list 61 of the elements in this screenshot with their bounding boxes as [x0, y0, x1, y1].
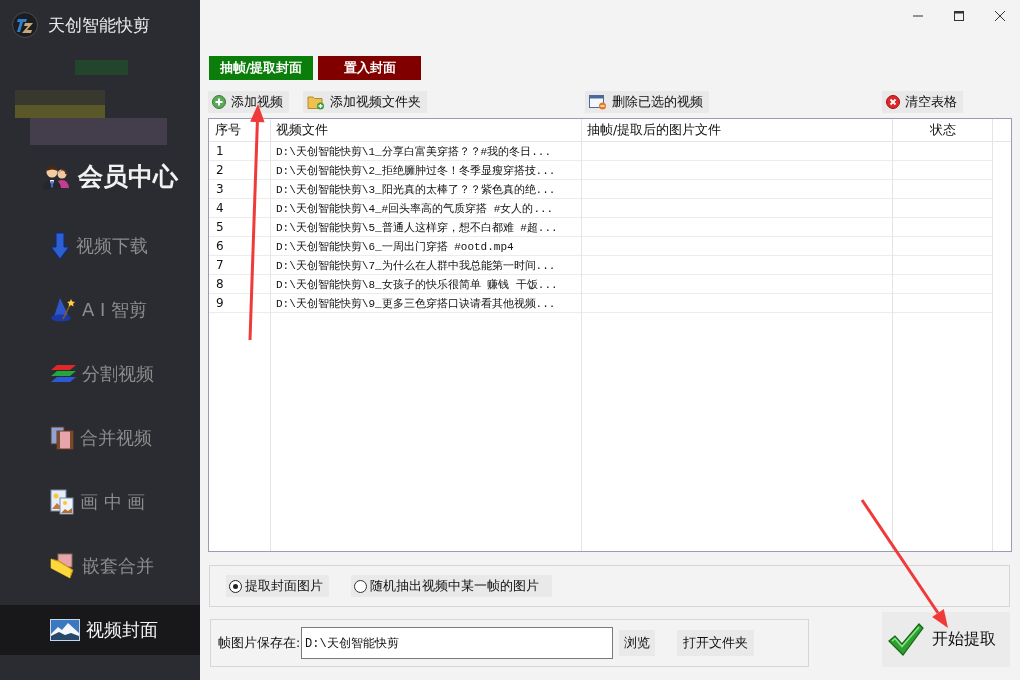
- table-cell-text: D:\天创智能快剪\8_女孩子的快乐很简单 赚钱 干饭...: [276, 277, 558, 292]
- app-title: 天创智能快剪: [48, 13, 150, 37]
- table-cell: 3: [216, 182, 224, 196]
- radio-option[interactable]: 随机抽出视频中某一帧的图片: [351, 575, 552, 597]
- table-cell-text: D:\天创智能快剪\6_一周出门穿搭 #ootd.mp4: [276, 239, 514, 254]
- sidebar-item[interactable]: 嵌套合并: [0, 541, 200, 591]
- toolbar-button[interactable]: 清空表格: [882, 91, 963, 113]
- table-cell: 6: [216, 239, 224, 253]
- sidebar-item[interactable]: 画 中 画: [0, 477, 200, 527]
- close-icon: [994, 11, 1005, 21]
- table-cell: 9: [216, 296, 224, 310]
- maximize-icon: [953, 11, 964, 21]
- toolbar-button[interactable]: 删除已选的视频: [585, 91, 709, 113]
- sidebar-item[interactable]: 分割视频: [0, 349, 200, 399]
- radio-option[interactable]: 提取封面图片: [226, 575, 329, 597]
- down-arrow-icon: [50, 232, 70, 260]
- window-minus-icon: [589, 94, 607, 110]
- column-header: 序号: [215, 121, 241, 139]
- start-button[interactable]: 开始提取: [882, 612, 1010, 667]
- folder-plus-icon: [307, 94, 325, 110]
- sidebar-item[interactable]: 视频封面: [0, 605, 200, 655]
- table-cell-text: D:\天创智能快剪\7_为什么在人群中我总能第一时间...: [276, 258, 556, 273]
- table-cell: 7: [216, 258, 224, 272]
- table-cell: 1: [216, 144, 224, 158]
- column-header: 抽帧/提取后的图片文件: [587, 121, 722, 139]
- table-cell-text: D:\天创智能快剪\9_更多三色穿搭口诀请看其他视频...: [276, 296, 556, 311]
- logo-icon: [12, 12, 38, 38]
- open-folder-button[interactable]: 打开文件夹: [677, 630, 754, 656]
- table-cell-text: D:\天创智能快剪\2_拒绝臃肿过冬！冬季显瘦穿搭技...: [276, 163, 556, 178]
- landscape-icon: [50, 619, 80, 641]
- browse-button[interactable]: 浏览: [619, 630, 655, 656]
- tab[interactable]: 置入封面: [318, 56, 421, 80]
- table-cell: 8: [216, 277, 224, 291]
- sidebar-item[interactable]: A I 智剪: [0, 285, 200, 335]
- pictures-icon: [50, 489, 74, 515]
- table-cell-text: D:\天创智能快剪\1_分享白富美穿搭？？#我的冬日...: [276, 144, 551, 159]
- table-cell-text: D:\天创智能快剪\3_阳光真的太棒了？？紫色真的绝...: [276, 182, 556, 197]
- layers-icon: [50, 364, 76, 384]
- people-icon: [42, 163, 70, 189]
- table-cell: 4: [216, 201, 224, 215]
- wizard-hat-icon: [50, 297, 76, 323]
- member-center-button[interactable]: 会员中心: [38, 158, 182, 194]
- plus-icon: [212, 95, 226, 109]
- table-cell: 2: [216, 163, 224, 177]
- toolbar-button[interactable]: 添加视频: [208, 91, 289, 113]
- toolbar-button[interactable]: 添加视频文件夹: [303, 91, 427, 113]
- table-cell-text: D:\天创智能快剪\5_普通人这样穿，想不白都难 #超...: [276, 220, 558, 235]
- minimize-icon: [912, 15, 923, 17]
- table-cell: 5: [216, 220, 224, 234]
- column-header: 状态: [929, 121, 956, 139]
- folder-icon: [50, 553, 76, 579]
- sidebar-item[interactable]: 视频下载: [0, 221, 200, 271]
- check-icon: [888, 622, 924, 657]
- field-label: 帧图片保存在:: [218, 634, 301, 652]
- clear-icon: [886, 95, 900, 109]
- table-cell-text: D:\天创智能快剪\4_#回头率高的气质穿搭 #女人的...: [276, 201, 554, 216]
- column-header: 视频文件: [276, 121, 328, 139]
- tab[interactable]: 抽帧/提取封面: [209, 56, 313, 80]
- sidebar-item[interactable]: 合并视频: [0, 413, 200, 463]
- film-frames-icon: [50, 426, 74, 450]
- path-field[interactable]: D:\天创智能快剪: [301, 627, 613, 659]
